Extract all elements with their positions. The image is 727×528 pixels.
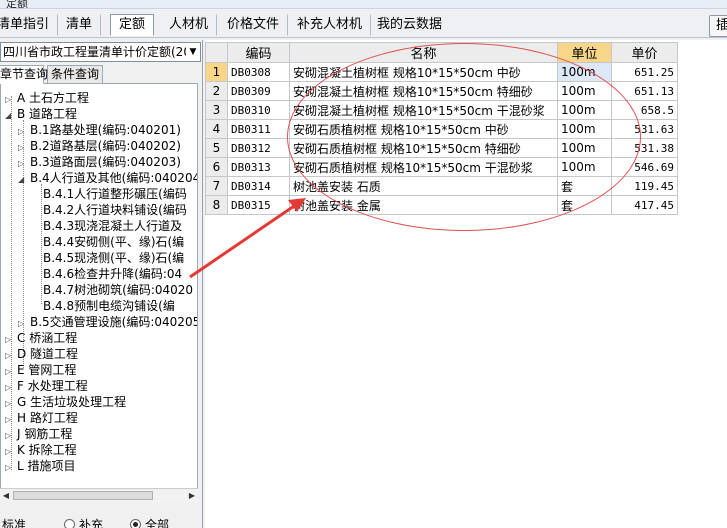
code-header[interactable]: 编码 [227,42,290,63]
table-row[interactable]: 2 DB0309 安砌混凝土植树框 规格10*15*50cm 特细砂 100m … [205,81,678,101]
subtab-chapter-query[interactable]: 章节查询 [0,65,48,84]
tree-node-c[interactable]: ▷ C 桥涵工程 [5,330,77,346]
tree-node-b3[interactable]: ▷ B.3道路面层(编码:040203) [18,154,181,170]
tab-quota[interactable]: 定额 [110,14,155,36]
tree-node-b4[interactable]: ◢ B.4人行道及其他(编码:040204 [18,170,197,186]
tree-node-b5[interactable]: ▷ B.5交通管理设施(编码:040205 [18,314,197,330]
quota-grid-area: 编码 名称 单位 单价 1 DB0308 安砌混凝土植树框 规格10*15*50… [205,40,727,528]
scroll-left-icon[interactable]: ◀ [0,489,12,502]
table-row[interactable]: 3 DB0310 安砌混凝土植树框 规格10*15*50cm 干混砂浆 100m… [205,100,678,120]
tree-node-b4-7[interactable]: B.4.7树池砌筑(编码:04020 [43,282,193,298]
tree-node-b1[interactable]: ▷ B.1路基处理(编码:040201) [18,122,181,138]
tree-node-b4-6[interactable]: B.4.6检查井升降(编码:04 [43,266,182,282]
tab-price-file[interactable]: 价格文件 [218,14,289,36]
quota-library-value: 四川省市政工程量清单计价定额(201 [3,45,199,59]
table-row[interactable]: 5 DB0312 安砌石质植树框 规格10*15*50cm 特细砂 100m 5… [205,138,678,158]
tree-node-b4-4[interactable]: B.4.4安砌侧(平、缘)石(编 [43,234,184,250]
chapter-tree: ▷ A 土石方工程 ◢ B 道路工程 ▷ B.1路基处理(编码:040201) ▷ B.… [0,83,198,491]
tree-node-l[interactable]: ▷ L 措施项目 [5,458,76,474]
tree-node-b4-5[interactable]: B.4.5现浇侧(平、缘)石(编 [43,250,184,266]
tree-node-b4-8[interactable]: B.4.8预制电缆沟铺设(编 [43,298,175,314]
tree-node-b2[interactable]: ▷ B.2道路基层(编码:040202) [18,138,181,154]
tree-node-b4-3[interactable]: B.4.3现浇混凝土人行道及 [43,218,182,234]
top-tab-bar: 清单指引 清单 定额 人材机 价格文件 补充人材机 我的云数据 [0,10,727,38]
tab-supplement-lmm[interactable]: 补充人材机 [288,14,372,36]
radio-standard[interactable]: 标准 [2,516,26,528]
tree-node-j[interactable]: ▷ J 钢筋工程 [5,426,72,442]
tree-node-g[interactable]: ▷ G 生活垃圾处理工程 [5,394,126,410]
subtab-condition-query[interactable]: 条件查询 [47,65,104,84]
tab-my-cloud-data[interactable]: 我的云数据 [368,14,451,36]
quota-library-select[interactable]: 四川省市政工程量清单计价定额(201 ▼ [0,42,201,62]
tree-node-b[interactable]: ◢ B 道路工程 [5,106,77,122]
tree-node-b4-2[interactable]: B.4.2人行道块料铺设(编码 [43,202,187,218]
scroll-right-icon[interactable]: ▶ [186,489,198,502]
name-header[interactable]: 名称 [289,42,558,63]
tab-list[interactable]: 清单 [57,14,102,36]
table-row[interactable]: 6 DB0313 安砌石质植树框 规格10*15*50cm 干混砂浆 100m … [205,157,678,177]
price-header[interactable]: 单价 [611,42,678,63]
tree-node-b4-1[interactable]: B.4.1人行道整形碾压(编码 [43,186,187,202]
tab-list-guide[interactable]: 清单指引 [0,14,59,36]
left-panel: 四川省市政工程量清单计价定额(201 ▼ 章节查询 条件查询 ▷ A 土石方工程 … [0,40,203,528]
table-row[interactable]: 4 DB0311 安砌石质植树框 规格10*15*50cm 中砂 100m 53… [205,119,678,139]
tree-node-k[interactable]: ▷ K 拆除工程 [5,442,77,458]
tree-node-a[interactable]: ▷ A 土石方工程 [5,90,89,106]
table-row[interactable]: 1 DB0308 安砌混凝土植树框 规格10*15*50cm 中砂 100m 6… [205,62,678,82]
quota-table: 编码 名称 单位 单价 1 DB0308 安砌混凝土植树框 规格10*15*50… [205,42,678,215]
radio-supplement[interactable]: 补充 [64,516,103,528]
scroll-thumb[interactable] [13,491,153,500]
tree-node-f[interactable]: ▷ F 水处理工程 [5,378,88,394]
window-titlebar: 定额 [0,0,727,10]
chevron-down-icon[interactable]: ▼ [186,43,200,61]
radio-circle-checked[interactable] [130,519,141,528]
tree-node-h[interactable]: ▷ H 路灯工程 [5,410,78,426]
table-row[interactable]: 7 DB0314 树池盖安装 石质 套 119.45 [205,176,678,196]
filter-radio-group: 标准 补充 全部 [0,514,203,528]
insert-button[interactable]: 插 [709,15,727,37]
row-number-header [205,42,228,63]
tree-node-e[interactable]: ▷ E 管网工程 [5,362,76,378]
radio-all[interactable]: 全部 [130,516,169,528]
tree-horizontal-scrollbar[interactable]: ◀ ▶ [0,488,198,502]
tab-labor-material-machine[interactable]: 人材机 [160,14,218,36]
unit-header[interactable]: 单位 [557,42,612,63]
radio-circle[interactable] [64,519,75,528]
table-row[interactable]: 8 DB0315 树池盖安装 金属 套 417.45 [205,195,678,215]
tree-node-d[interactable]: ▷ D 隧道工程 [5,346,78,362]
